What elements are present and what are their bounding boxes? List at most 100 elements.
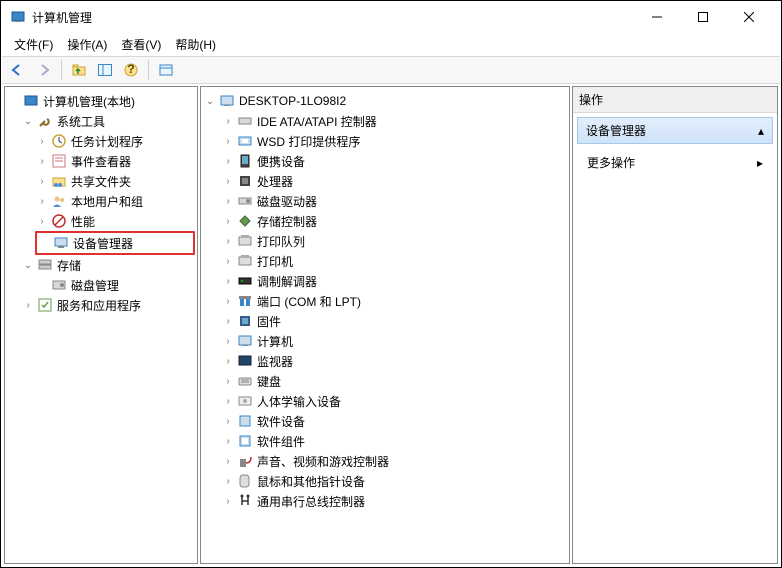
- back-button[interactable]: [6, 59, 30, 81]
- tree-local-users[interactable]: › 本地用户和组: [7, 191, 195, 211]
- expander-icon[interactable]: ›: [221, 196, 235, 207]
- expander-icon[interactable]: ›: [221, 496, 235, 507]
- expander-icon[interactable]: ⌄: [21, 260, 35, 271]
- device-category[interactable]: ›调制解调器: [203, 271, 567, 291]
- window: 计算机管理 文件(F) 操作(A) 查看(V) 帮助(H) ? ▸ 计算: [1, 1, 781, 567]
- category-icon: [237, 213, 253, 229]
- category-icon: [237, 133, 253, 149]
- expander-icon[interactable]: ›: [221, 396, 235, 407]
- expander-icon[interactable]: ›: [221, 176, 235, 187]
- device-category[interactable]: ›处理器: [203, 171, 567, 191]
- expander-icon[interactable]: ›: [221, 316, 235, 327]
- expander-icon[interactable]: ›: [35, 216, 49, 227]
- device-category[interactable]: ›计算机: [203, 331, 567, 351]
- menu-action[interactable]: 操作(A): [61, 33, 113, 56]
- tree-event-viewer[interactable]: › 事件查看器: [7, 151, 195, 171]
- expander-icon[interactable]: ›: [221, 356, 235, 367]
- expander-icon[interactable]: ›: [221, 436, 235, 447]
- device-category[interactable]: ›磁盘驱动器: [203, 191, 567, 211]
- actions-section-device-manager[interactable]: 设备管理器 ▴: [577, 117, 773, 144]
- device-category[interactable]: ›便携设备: [203, 151, 567, 171]
- expander-icon[interactable]: ›: [35, 196, 49, 207]
- device-category[interactable]: ›打印机: [203, 251, 567, 271]
- device-category[interactable]: ›通用串行总线控制器: [203, 491, 567, 511]
- services-icon: [37, 297, 53, 313]
- category-icon: [237, 373, 253, 389]
- category-icon: [237, 473, 253, 489]
- actions-pane: 操作 设备管理器 ▴ 更多操作 ▸: [572, 86, 778, 564]
- device-root[interactable]: ⌄DESKTOP-1LO98I2: [203, 91, 567, 111]
- up-folder-button[interactable]: [67, 59, 91, 81]
- tree-disk-management[interactable]: › 磁盘管理: [7, 275, 195, 295]
- device-category[interactable]: ›键盘: [203, 371, 567, 391]
- category-icon: [237, 233, 253, 249]
- device-category[interactable]: ›软件设备: [203, 411, 567, 431]
- device-category[interactable]: ›端口 (COM 和 LPT): [203, 291, 567, 311]
- expander-icon[interactable]: ›: [221, 336, 235, 347]
- console-tree-pane[interactable]: ▸ 计算机管理(本地) ⌄ 系统工具 › 任务计划程序 › 事件: [4, 86, 198, 564]
- menu-view[interactable]: 查看(V): [115, 33, 167, 56]
- expander-icon[interactable]: ›: [221, 116, 235, 127]
- properties-button[interactable]: [154, 59, 178, 81]
- expander-icon[interactable]: ›: [221, 456, 235, 467]
- tools-icon: [37, 113, 53, 129]
- expander-icon[interactable]: ›: [221, 376, 235, 387]
- device-category[interactable]: ›存储控制器: [203, 211, 567, 231]
- device-category[interactable]: ›软件组件: [203, 431, 567, 451]
- close-button[interactable]: [726, 2, 772, 32]
- device-category[interactable]: ›人体学输入设备: [203, 391, 567, 411]
- category-icon: [237, 153, 253, 169]
- menu-help[interactable]: 帮助(H): [169, 33, 222, 56]
- device-category[interactable]: ›固件: [203, 311, 567, 331]
- expander-icon[interactable]: ›: [221, 476, 235, 487]
- expander-icon[interactable]: ›: [221, 276, 235, 287]
- users-icon: [51, 193, 67, 209]
- device-category[interactable]: ›监视器: [203, 351, 567, 371]
- device-category[interactable]: ›声音、视频和游戏控制器: [203, 451, 567, 471]
- minimize-button[interactable]: [634, 2, 680, 32]
- menubar: 文件(F) 操作(A) 查看(V) 帮助(H): [2, 32, 780, 56]
- tree-device-manager[interactable]: › 设备管理器: [37, 233, 193, 253]
- expander-icon[interactable]: ›: [221, 236, 235, 247]
- expander-icon[interactable]: ⌄: [203, 96, 217, 107]
- tree-shared-folders[interactable]: › 共享文件夹: [7, 171, 195, 191]
- expander-icon[interactable]: ›: [35, 156, 49, 167]
- svg-text:?: ?: [127, 63, 134, 76]
- device-category[interactable]: ›打印队列: [203, 231, 567, 251]
- tree-performance[interactable]: › 性能: [7, 211, 195, 231]
- device-tree-pane[interactable]: ⌄DESKTOP-1LO98I2›IDE ATA/ATAPI 控制器›WSD 打…: [200, 86, 570, 564]
- device-category[interactable]: ›WSD 打印提供程序: [203, 131, 567, 151]
- tree-root-computer-management[interactable]: ▸ 计算机管理(本地): [7, 91, 195, 111]
- titlebar: 计算机管理: [2, 2, 780, 32]
- category-icon: [237, 273, 253, 289]
- event-viewer-icon: [51, 153, 67, 169]
- maximize-button[interactable]: [680, 2, 726, 32]
- device-category[interactable]: ›IDE ATA/ATAPI 控制器: [203, 111, 567, 131]
- category-icon: [237, 353, 253, 369]
- app-icon: [10, 9, 26, 25]
- expander-icon[interactable]: ›: [221, 156, 235, 167]
- expander-icon[interactable]: ›: [21, 300, 35, 311]
- expander-icon[interactable]: ›: [221, 416, 235, 427]
- tree-storage[interactable]: ⌄ 存储: [7, 255, 195, 275]
- expander-icon[interactable]: ›: [221, 216, 235, 227]
- chevron-right-icon: ▸: [757, 156, 763, 170]
- device-category[interactable]: ›鼠标和其他指针设备: [203, 471, 567, 491]
- expander-icon[interactable]: ›: [221, 296, 235, 307]
- action-more[interactable]: 更多操作 ▸: [573, 148, 777, 177]
- expander-icon[interactable]: ›: [221, 256, 235, 267]
- tree-system-tools[interactable]: ⌄ 系统工具: [7, 111, 195, 131]
- collapse-icon[interactable]: ▴: [758, 124, 764, 138]
- menu-file[interactable]: 文件(F): [8, 33, 59, 56]
- show-hide-tree-button[interactable]: [93, 59, 117, 81]
- expander-icon[interactable]: ⌄: [21, 116, 35, 127]
- category-icon: [237, 433, 253, 449]
- expander-icon[interactable]: ›: [35, 136, 49, 147]
- tree-task-scheduler[interactable]: › 任务计划程序: [7, 131, 195, 151]
- help-button[interactable]: ?: [119, 59, 143, 81]
- expander-icon[interactable]: ›: [221, 136, 235, 147]
- highlighted-selection: › 设备管理器: [35, 231, 195, 255]
- expander-icon[interactable]: ›: [35, 176, 49, 187]
- tree-services-apps[interactable]: › 服务和应用程序: [7, 295, 195, 315]
- forward-button[interactable]: [32, 59, 56, 81]
